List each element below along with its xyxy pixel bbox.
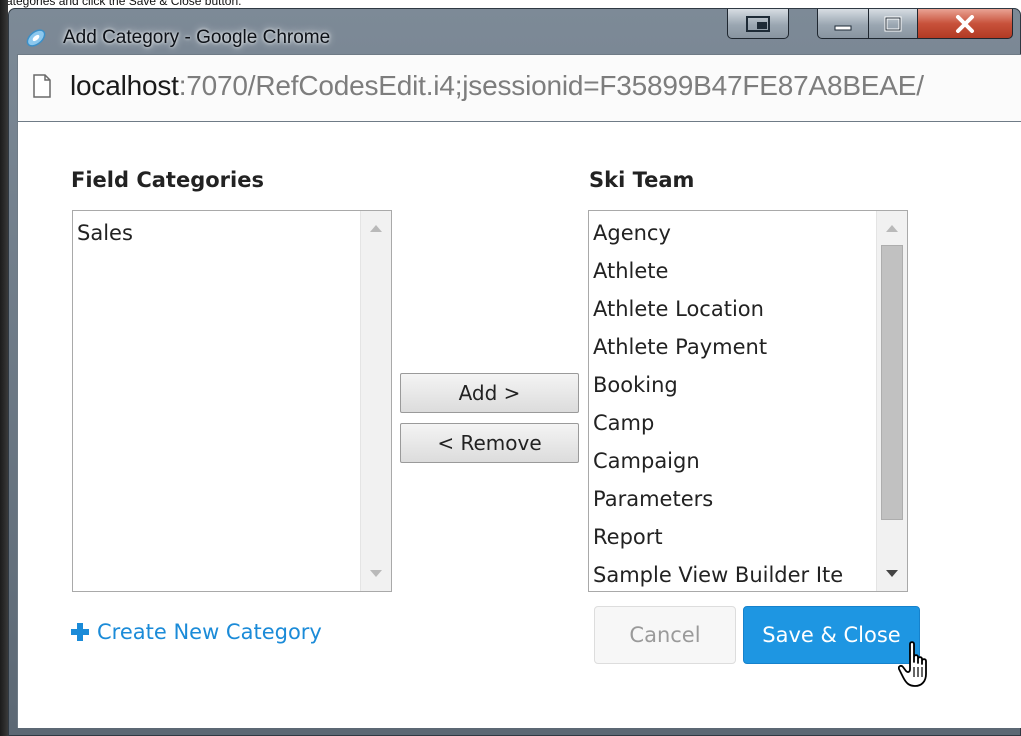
list-item[interactable]: Athlete bbox=[593, 252, 843, 290]
field-categories-list[interactable]: Sales bbox=[72, 210, 392, 592]
ski-team-items: Agency Athlete Athlete Location Athlete … bbox=[593, 214, 843, 591]
dialog-content: Field Categories Ski Team Sales Add > < … bbox=[17, 122, 1021, 728]
list-item[interactable]: Parameters bbox=[593, 480, 843, 518]
url-host: localhost bbox=[70, 70, 179, 101]
scroll-down-arrow-icon[interactable] bbox=[886, 570, 898, 577]
maximize-icon bbox=[884, 16, 902, 31]
ski-team-scrollbar[interactable] bbox=[876, 211, 907, 591]
create-new-category-link[interactable]: Create New Category bbox=[71, 620, 322, 644]
plus-icon bbox=[71, 623, 89, 641]
ski-team-list[interactable]: Agency Athlete Athlete Location Athlete … bbox=[588, 210, 908, 592]
list-item[interactable]: Campaign bbox=[593, 442, 843, 480]
list-item[interactable]: Sales bbox=[77, 214, 133, 252]
close-window-button[interactable] bbox=[917, 9, 1013, 39]
scroll-up-arrow-icon[interactable] bbox=[370, 225, 382, 232]
minimize-button[interactable] bbox=[817, 9, 869, 39]
background-window-edge bbox=[0, 0, 8, 736]
picture-in-picture-button[interactable] bbox=[727, 9, 789, 39]
chrome-app-icon bbox=[26, 29, 46, 47]
add-button[interactable]: Add > bbox=[400, 373, 579, 413]
close-icon bbox=[956, 14, 974, 33]
ski-team-heading: Ski Team bbox=[589, 168, 695, 192]
tutorial-caption: categories and click the Save & Close bu… bbox=[0, 0, 242, 8]
remove-button[interactable]: < Remove bbox=[400, 423, 579, 463]
url-text[interactable]: localhost:7070/RefCodesEdit.i4;jsessioni… bbox=[70, 70, 924, 102]
scroll-down-arrow-icon[interactable] bbox=[370, 570, 382, 577]
field-categories-items: Sales bbox=[77, 214, 133, 252]
list-item[interactable]: Athlete Location bbox=[593, 290, 843, 328]
window-title: Add Category - Google Chrome bbox=[63, 27, 331, 48]
save-and-close-button[interactable]: Save & Close bbox=[743, 606, 920, 664]
field-categories-scrollbar[interactable] bbox=[360, 211, 391, 591]
address-bar[interactable]: localhost:7070/RefCodesEdit.i4;jsessioni… bbox=[17, 54, 1021, 122]
list-item[interactable]: Sample View Builder Ite bbox=[593, 556, 843, 591]
list-item[interactable]: Booking bbox=[593, 366, 843, 404]
maximize-button[interactable] bbox=[868, 9, 918, 39]
url-path: :7070/RefCodesEdit.i4;jsessionid=F35899B… bbox=[178, 70, 924, 101]
page-icon bbox=[33, 74, 51, 98]
field-categories-heading: Field Categories bbox=[71, 168, 264, 192]
list-item[interactable]: Report bbox=[593, 518, 843, 556]
create-new-category-label: Create New Category bbox=[97, 620, 322, 644]
picture-in-picture-icon bbox=[746, 15, 770, 32]
cancel-button[interactable]: Cancel bbox=[594, 606, 736, 664]
title-bar[interactable]: Add Category - Google Chrome bbox=[9, 9, 1020, 55]
scroll-up-arrow-icon[interactable] bbox=[886, 225, 898, 232]
hand-pointer-cursor-icon bbox=[898, 641, 927, 687]
list-item[interactable]: Camp bbox=[593, 404, 843, 442]
minimize-icon bbox=[834, 25, 852, 30]
list-item[interactable]: Athlete Payment bbox=[593, 328, 843, 366]
scroll-thumb[interactable] bbox=[881, 245, 903, 520]
list-item[interactable]: Agency bbox=[593, 214, 843, 252]
